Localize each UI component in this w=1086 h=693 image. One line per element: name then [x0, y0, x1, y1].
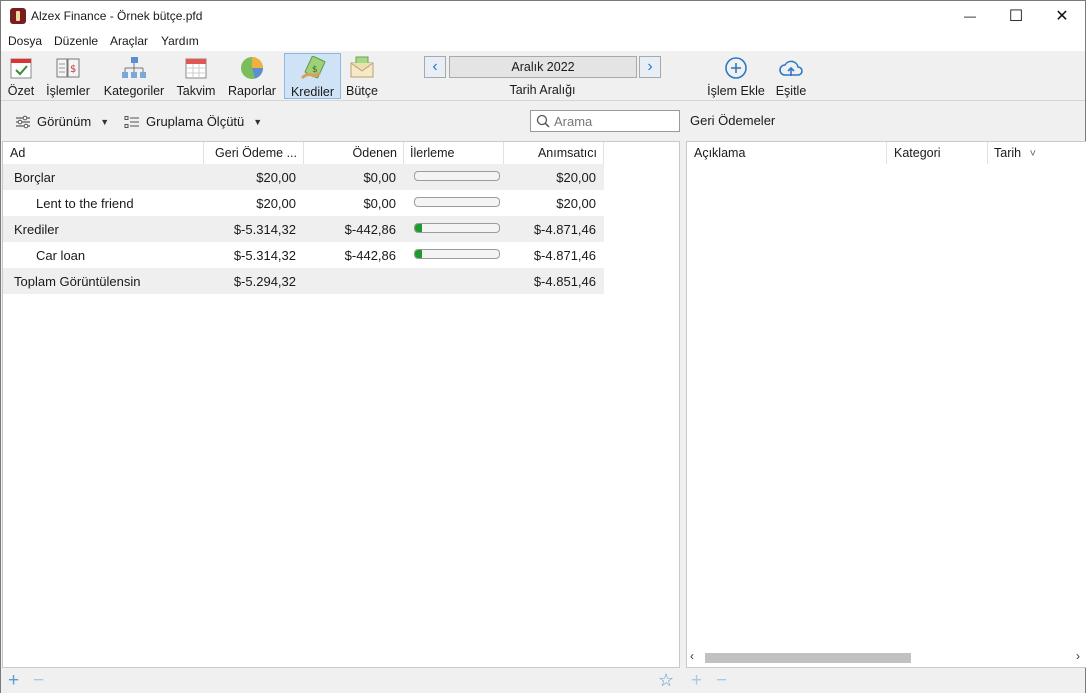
column-header-progress[interactable]: İlerleme [404, 142, 504, 164]
search-icon [536, 114, 550, 128]
row-name: Krediler [14, 222, 59, 237]
list-icon [124, 115, 140, 129]
toolbar-transactions-button[interactable]: $ İşlemler [42, 53, 94, 99]
progress-bar [414, 197, 500, 207]
caret-down-icon: ▼ [253, 116, 263, 127]
menu-file[interactable]: Dosya [8, 34, 42, 48]
toolbar-categories-button[interactable]: Kategoriler [98, 53, 170, 99]
chevron-left-icon: ‹ [432, 58, 438, 75]
plus-circle-icon [723, 55, 749, 81]
scroll-left-icon[interactable]: ‹ [690, 649, 694, 663]
loans-icon: $ [300, 55, 326, 82]
categories-icon [121, 55, 147, 81]
row-name: Toplam Görüntülensin [14, 274, 141, 289]
pie-chart-icon [239, 55, 265, 81]
row-repayment: $-5.314,32 [233, 248, 296, 263]
row-repayment: $-5.294,32 [233, 274, 296, 289]
scrollbar-thumb[interactable] [705, 653, 911, 663]
menu-help[interactable]: Yardım [161, 34, 199, 48]
scroll-right-icon[interactable]: › [1076, 649, 1080, 663]
horizontal-scrollbar[interactable]: ‹ › [690, 649, 1083, 665]
row-name: Lent to the friend [36, 196, 134, 211]
add-transaction-button[interactable]: İşlem Ekle [706, 53, 766, 99]
menu-tools[interactable]: Araçlar [110, 34, 148, 48]
toolbar-loans-button[interactable]: $ Krediler [284, 53, 341, 99]
minimize-button[interactable]: — [947, 1, 993, 31]
summary-icon [8, 55, 34, 81]
row-name: Borçlar [14, 170, 56, 185]
svg-text:$: $ [70, 64, 76, 75]
favorite-star-icon[interactable]: ☆ [658, 670, 674, 691]
row-paid: $0,00 [363, 196, 396, 211]
row-reminder: $-4.871,46 [533, 248, 596, 263]
app-window: Alzex Finance - Örnek bütçe.pfd — ☐ ✕ Do… [0, 0, 1086, 693]
date-range-label: Tarih Aralığı [509, 83, 576, 97]
previous-period-button[interactable]: ‹ [424, 56, 446, 78]
table-row[interactable]: Lent to the friend $20,00 $0,00 $20,00 [3, 190, 604, 216]
table-row[interactable]: Car loan $-5.314,32 $-442,86 $-4.871,46 [3, 242, 604, 268]
cloud-upload-icon [778, 55, 804, 81]
status-bar: + − ☆ + − [1, 669, 1085, 693]
transactions-icon: $ [55, 55, 81, 81]
progress-bar [414, 249, 500, 259]
row-reminder: $-4.871,46 [533, 222, 596, 237]
row-reminder: $20,00 [556, 170, 596, 185]
loans-table: Ad Geri Ödeme ... Ödenen İlerleme Anımsa… [2, 141, 680, 668]
column-header-description[interactable]: Açıklama [687, 142, 887, 164]
table-row[interactable]: Borçlar $20,00 $0,00 $20,00 [3, 164, 604, 190]
progress-fill [415, 250, 422, 258]
toolbar-calendar-button[interactable]: Takvim [174, 53, 218, 99]
column-header-date[interactable]: Tarih ˅ [988, 142, 1086, 164]
row-paid: $-442,86 [344, 222, 396, 237]
column-header-repayment[interactable]: Geri Ödeme ... [204, 142, 304, 164]
maximize-button[interactable]: ☐ [993, 1, 1039, 31]
toolbar-budget-button[interactable]: Bütçe [344, 53, 380, 99]
search-input[interactable]: Arama [530, 110, 680, 132]
repayments-table: Açıklama Kategori Tarih ˅ ‹ › [686, 141, 1086, 668]
menu-bar: Dosya Düzenle Araçlar Yardım [1, 31, 1085, 51]
group-by-dropdown[interactable]: Gruplama Ölçütü ▼ [124, 114, 262, 129]
progress-bar [414, 223, 500, 233]
budget-icon [349, 55, 375, 81]
progress-bar [414, 171, 500, 181]
column-header-name[interactable]: Ad [3, 142, 204, 164]
row-reminder: $20,00 [556, 196, 596, 211]
view-bar: Görünüm ▼ Gruplama Ölçütü ▼ Arama Geri Ö… [1, 102, 1085, 140]
app-logo-icon [10, 8, 26, 24]
remove-loan-button[interactable]: − [33, 670, 44, 692]
sort-descending-icon: ˅ [1029, 148, 1037, 160]
row-reminder: $-4.851,46 [533, 274, 596, 289]
add-repayment-button[interactable]: + [691, 670, 702, 692]
add-loan-button[interactable]: + [8, 670, 19, 692]
date-range-selector[interactable]: Aralık 2022 [449, 56, 637, 78]
row-repayment: $-5.314,32 [233, 222, 296, 237]
toolbar: Özet $ İşlemler Kategoriler Takvim Rapor… [1, 51, 1085, 101]
toolbar-reports-button[interactable]: Raporlar [223, 53, 281, 99]
column-header-paid[interactable]: Ödenen [304, 142, 404, 164]
column-header-reminder[interactable]: Anımsatıcı [504, 142, 604, 164]
row-paid: $-442,86 [344, 248, 396, 263]
progress-fill [415, 224, 422, 232]
row-repayment: $20,00 [256, 196, 296, 211]
table-row[interactable]: Krediler $-5.314,32 $-442,86 $-4.871,46 [3, 216, 604, 242]
table-row[interactable]: Toplam Görüntülensin $-5.294,32 $-4.851,46 [3, 268, 604, 294]
row-paid: $0,00 [363, 170, 396, 185]
view-options-dropdown[interactable]: Görünüm ▼ [15, 114, 109, 129]
row-name: Car loan [36, 248, 86, 263]
repayments-title: Geri Ödemeler [690, 113, 776, 128]
caret-down-icon: ▼ [100, 116, 110, 127]
next-period-button[interactable]: › [639, 56, 661, 78]
chevron-right-icon: › [647, 58, 653, 75]
window-title: Alzex Finance - Örnek bütçe.pfd [31, 9, 203, 23]
menu-edit[interactable]: Düzenle [54, 34, 98, 48]
toolbar-summary-button[interactable]: Özet [3, 53, 39, 99]
sliders-icon [15, 115, 31, 129]
title-bar: Alzex Finance - Örnek bütçe.pfd — ☐ ✕ [1, 1, 1085, 31]
remove-repayment-button[interactable]: − [716, 670, 727, 692]
column-header-category[interactable]: Kategori [887, 142, 988, 164]
row-repayment: $20,00 [256, 170, 296, 185]
sync-button[interactable]: Eşitle [773, 53, 809, 99]
calendar-icon [183, 55, 209, 81]
close-button[interactable]: ✕ [1039, 1, 1085, 31]
